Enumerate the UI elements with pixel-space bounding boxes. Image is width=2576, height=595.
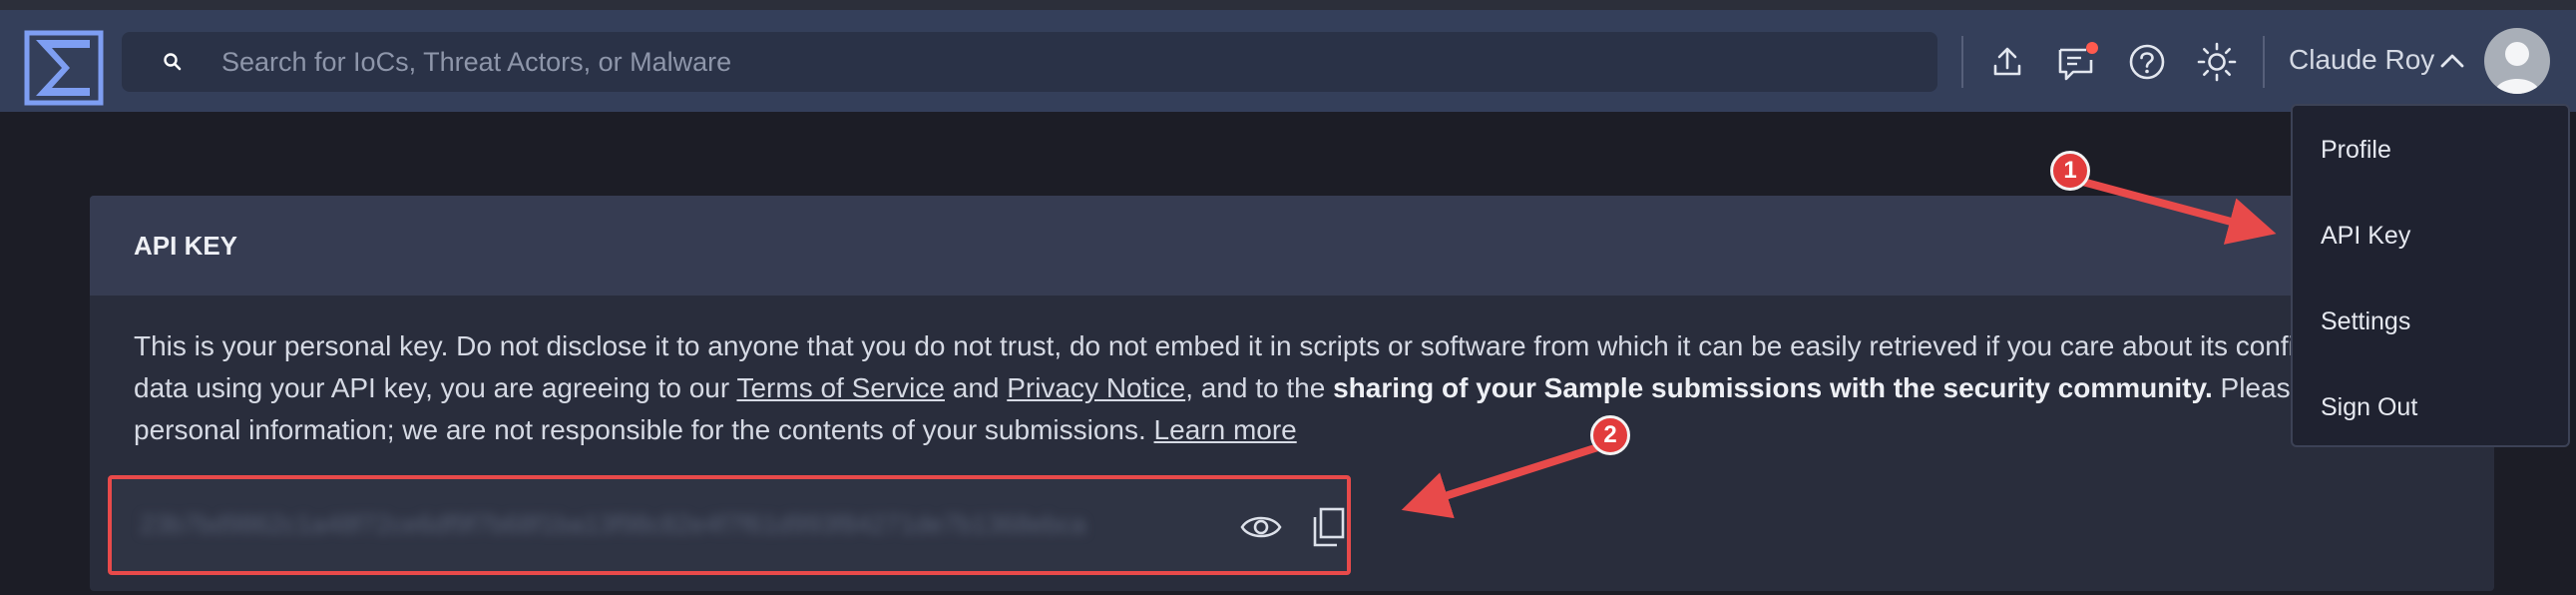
user-dropdown-menu: Profile API Key Settings Sign Out	[2291, 104, 2570, 447]
theme-toggle-button[interactable]	[2191, 36, 2243, 88]
text-segment: and	[944, 372, 1008, 403]
card-title: API KEY	[90, 196, 2494, 296]
card-description: This is your personal key. Do not disclo…	[90, 296, 2494, 451]
menu-item-api-key[interactable]: API Key	[2321, 222, 2410, 251]
user-menu-name[interactable]: Claude Roy	[2289, 44, 2434, 76]
search-bar[interactable]: Search for IoCs, Threat Actors, or Malwa…	[122, 32, 1937, 92]
bold-statement: sharing of your Sample submissions with …	[1333, 372, 2213, 403]
description-line-3: personal information; we are not respons…	[134, 409, 2494, 451]
avatar[interactable]	[2484, 28, 2550, 94]
text-segment: personal information; we are not respons…	[134, 414, 1154, 445]
feedback-button[interactable]	[2051, 36, 2103, 88]
top-navigation-bar: Search for IoCs, Threat Actors, or Malwa…	[0, 10, 2576, 112]
upload-icon	[1993, 47, 2021, 76]
logo-icon[interactable]	[24, 30, 104, 106]
theme-icon	[2197, 42, 2237, 82]
chevron-up-icon[interactable]	[2438, 52, 2466, 70]
feedback-icon	[2058, 42, 2098, 81]
privacy-notice-link[interactable]: Privacy Notice	[1007, 372, 1185, 403]
search-input[interactable]: Search for IoCs, Threat Actors, or Malwa…	[221, 47, 731, 78]
copy-icon[interactable]	[1309, 505, 1349, 549]
annotation-badge-2: 2	[1590, 415, 1630, 455]
learn-more-link[interactable]: Learn more	[1154, 414, 1297, 445]
masked-api-key: 23b7bd9862c1a48f72ce6df9f7b68f1ba13f98c8…	[140, 509, 1086, 539]
upload-button[interactable]	[1981, 36, 2033, 88]
api-key-field[interactable]: 23b7bd9862c1a48f72ce6df9f7b68f1ba13f98c8…	[108, 475, 1351, 575]
menu-item-sign-out[interactable]: Sign Out	[2321, 393, 2417, 422]
help-button[interactable]	[2121, 36, 2173, 88]
window-frame	[0, 0, 2576, 10]
annotation-badge-1: 1	[2050, 151, 2090, 191]
menu-item-profile[interactable]: Profile	[2321, 136, 2391, 165]
divider	[2263, 36, 2265, 88]
divider	[1961, 36, 1963, 88]
help-icon	[2129, 44, 2165, 80]
terms-of-service-link[interactable]: Terms of Service	[736, 372, 945, 403]
search-icon	[164, 53, 182, 71]
user-silhouette-icon	[2494, 42, 2540, 94]
notification-dot	[2086, 42, 2098, 54]
text-segment: data using your API key, you are agreein…	[134, 372, 737, 403]
eye-icon[interactable]	[1239, 507, 1283, 547]
menu-item-settings[interactable]: Settings	[2321, 307, 2410, 336]
description-line-1: This is your personal key. Do not disclo…	[134, 330, 2437, 361]
text-segment: , and to the	[1185, 372, 1334, 403]
description-line-2: data using your API key, you are agreein…	[134, 367, 2494, 409]
